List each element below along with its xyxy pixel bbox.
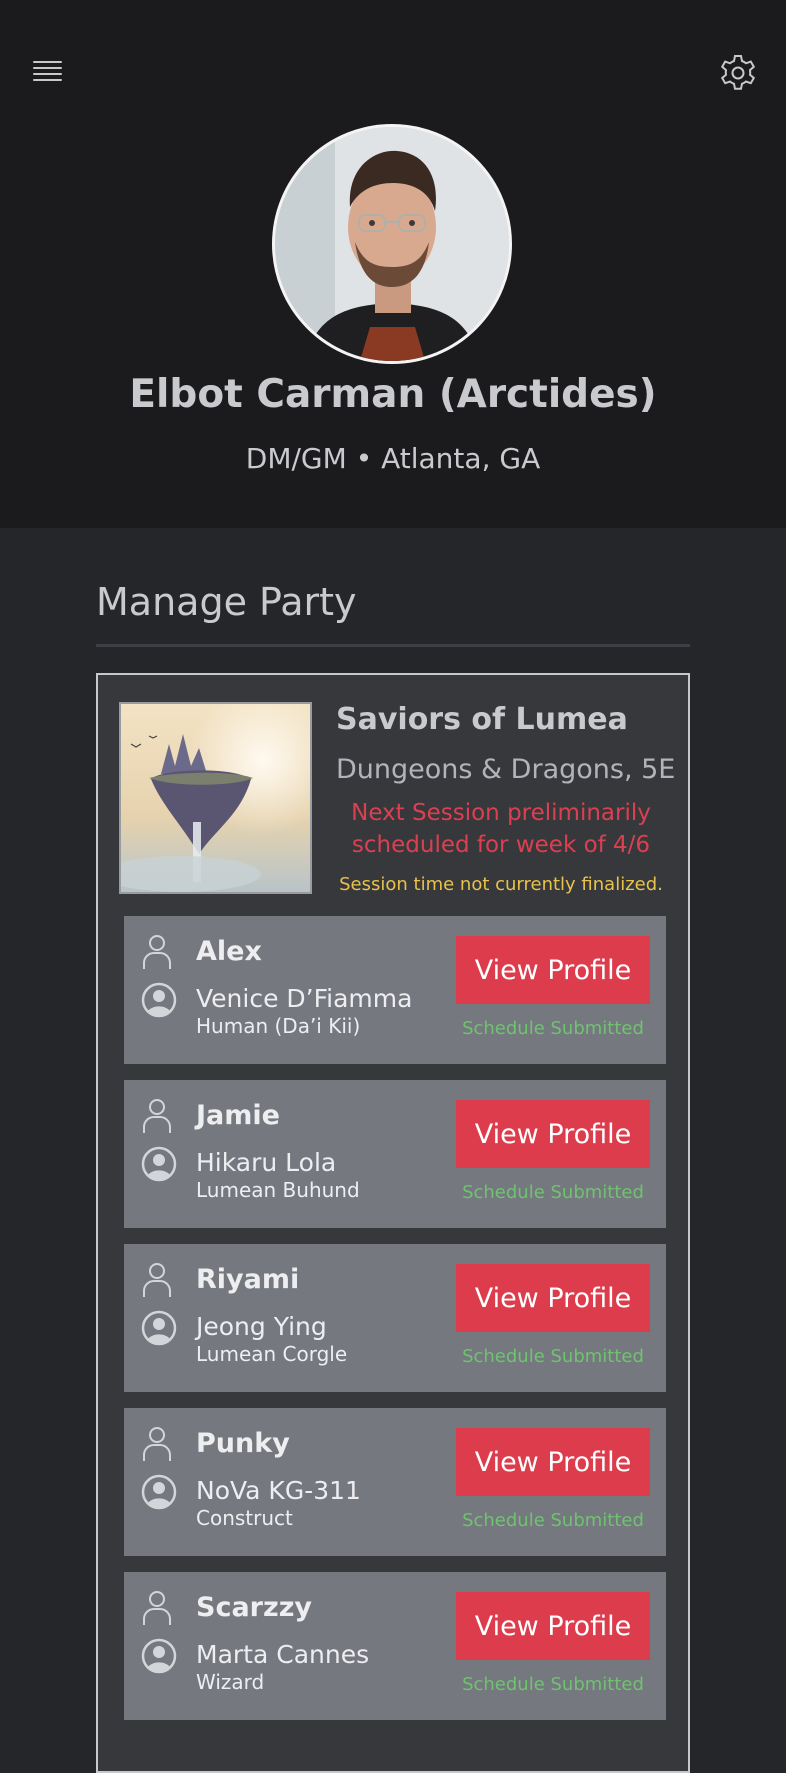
view-profile-button[interactable]: View Profile bbox=[456, 1592, 650, 1660]
party-image bbox=[119, 702, 312, 894]
party-game: Dungeons & Dragons, 5E bbox=[336, 754, 676, 785]
profile-header: Elbot Carman (Arctides) DM/GM • Atlanta,… bbox=[0, 0, 786, 528]
session-time-note: Session time not currently finalized. bbox=[339, 874, 663, 895]
party-member-row: Alex Venice D’Fiamma Human (Da’i Kii) Vi… bbox=[124, 916, 666, 1064]
character-avatar-icon bbox=[141, 1310, 177, 1346]
character-avatar-icon bbox=[141, 982, 177, 1018]
character-name: NoVa KG-311 bbox=[196, 1476, 361, 1505]
view-profile-button[interactable]: View Profile bbox=[456, 1428, 650, 1496]
next-session-notice: Next Session preliminarily scheduled for… bbox=[351, 800, 651, 858]
schedule-status: Schedule Submitted bbox=[462, 1674, 644, 1695]
section-title: Manage Party bbox=[96, 580, 357, 624]
user-icon bbox=[143, 1427, 171, 1461]
user-icon bbox=[143, 935, 171, 969]
character-avatar-icon bbox=[141, 1638, 177, 1674]
view-profile-button[interactable]: View Profile bbox=[456, 1264, 650, 1332]
character-race: Wizard bbox=[196, 1670, 265, 1694]
user-icon bbox=[143, 1591, 171, 1625]
party-name: Saviors of Lumea bbox=[336, 702, 628, 737]
character-race: Human (Da’i Kii) bbox=[196, 1014, 361, 1038]
profile-name: Elbot Carman (Arctides) bbox=[129, 372, 657, 417]
character-name: Hikaru Lola bbox=[196, 1148, 337, 1177]
view-profile-button[interactable]: View Profile bbox=[456, 1100, 650, 1168]
schedule-status: Schedule Submitted bbox=[462, 1182, 644, 1203]
character-name: Venice D’Fiamma bbox=[196, 984, 413, 1013]
player-name: Riyami bbox=[196, 1264, 300, 1295]
user-icon bbox=[143, 1263, 171, 1297]
section-divider bbox=[96, 644, 690, 647]
schedule-status: Schedule Submitted bbox=[462, 1510, 644, 1531]
party-member-row: Punky NoVa KG-311 Construct View Profile… bbox=[124, 1408, 666, 1556]
character-avatar-icon bbox=[141, 1146, 177, 1182]
character-race: Construct bbox=[196, 1506, 293, 1530]
character-name: Jeong Ying bbox=[196, 1312, 327, 1341]
avatar bbox=[272, 124, 512, 364]
hamburger-menu-icon[interactable] bbox=[31, 57, 65, 87]
character-avatar-icon bbox=[141, 1474, 177, 1510]
player-name: Scarzzy bbox=[196, 1592, 313, 1623]
gear-icon[interactable] bbox=[718, 53, 758, 93]
view-profile-button[interactable]: View Profile bbox=[456, 936, 650, 1004]
character-race: Lumean Corgle bbox=[196, 1342, 348, 1366]
party-member-row: Jamie Hikaru Lola Lumean Buhund View Pro… bbox=[124, 1080, 666, 1228]
party-member-row: Riyami Jeong Ying Lumean Corgle View Pro… bbox=[124, 1244, 666, 1392]
character-race: Lumean Buhund bbox=[196, 1178, 360, 1202]
schedule-status: Schedule Submitted bbox=[462, 1018, 644, 1039]
player-name: Jamie bbox=[196, 1100, 280, 1131]
user-icon bbox=[143, 1099, 171, 1133]
profile-subtitle: DM/GM • Atlanta, GA bbox=[245, 442, 541, 475]
character-name: Marta Cannes bbox=[196, 1640, 370, 1669]
schedule-status: Schedule Submitted bbox=[462, 1346, 644, 1367]
party-member-row: Scarzzy Marta Cannes Wizard View Profile… bbox=[124, 1572, 666, 1720]
player-name: Punky bbox=[196, 1428, 290, 1459]
player-name: Alex bbox=[196, 936, 262, 967]
